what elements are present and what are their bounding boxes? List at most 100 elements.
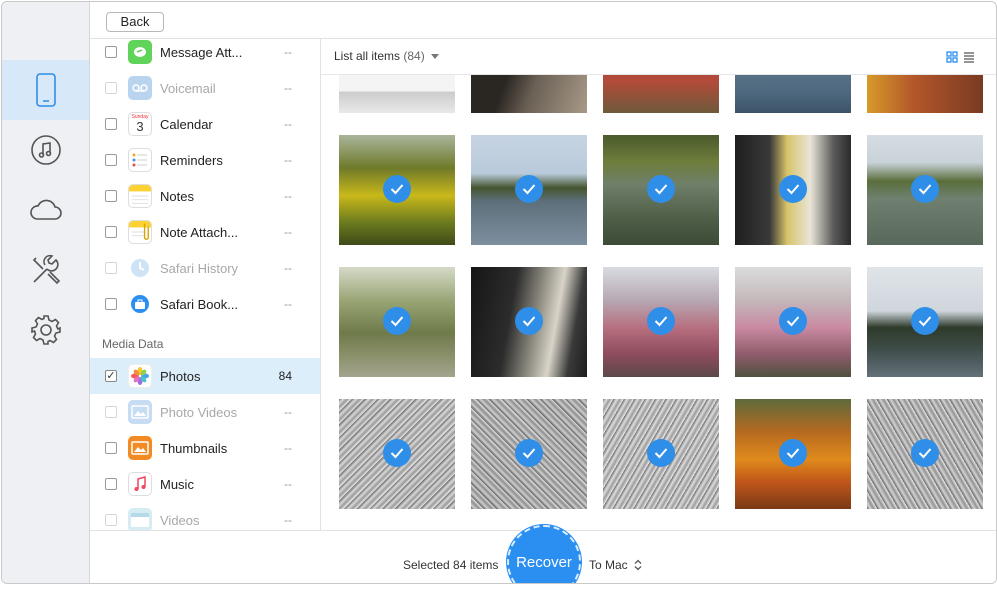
photo-thumbnail[interactable] [471, 75, 587, 113]
category-label: Thumbnails [160, 440, 228, 456]
category-item-message-attachments[interactable]: Message Att... -- [90, 39, 320, 70]
tools-icon [32, 254, 60, 285]
photo-thumbnail[interactable] [867, 399, 983, 509]
rail-device-tab[interactable] [2, 60, 89, 120]
category-checkbox[interactable] [105, 226, 117, 238]
list-view-icon[interactable] [963, 51, 975, 63]
category-checkbox [105, 82, 117, 94]
selected-check-icon[interactable] [647, 175, 675, 203]
category-item-calendar[interactable]: Sunday 3 Calendar -- [90, 106, 320, 142]
photo-thumbnail[interactable] [867, 135, 983, 245]
left-rail [2, 2, 90, 583]
photo-thumbnail[interactable] [867, 267, 983, 377]
photo-thumbnail[interactable] [339, 267, 455, 377]
category-label: Music [160, 476, 194, 492]
category-count: -- [284, 261, 292, 275]
music-note-icon [128, 472, 152, 496]
photo-thumbnail[interactable] [735, 75, 851, 113]
selected-check-icon[interactable] [515, 175, 543, 203]
selected-check-icon[interactable] [647, 307, 675, 335]
recover-button[interactable]: Recover [507, 525, 581, 583]
rail-icloud-tab[interactable] [2, 180, 89, 240]
notes-icon [128, 184, 152, 208]
up-down-chevron-icon[interactable] [634, 559, 642, 571]
rail-settings-tab[interactable] [2, 300, 89, 360]
selected-check-icon[interactable] [515, 439, 543, 467]
selected-check-icon[interactable] [911, 175, 939, 203]
voicemail-icon [128, 76, 152, 100]
category-checkbox[interactable] [105, 190, 117, 202]
category-item-thumbnails[interactable]: Thumbnails -- [90, 430, 320, 466]
category-count: -- [284, 477, 292, 491]
photo-videos-icon [128, 400, 152, 424]
category-checkbox[interactable]: ✓ [105, 370, 117, 382]
selected-check-icon[interactable] [383, 307, 411, 335]
category-item-photo-videos: Photo Videos -- [90, 394, 320, 430]
photo-thumbnail[interactable] [339, 75, 455, 113]
photo-thumbnail[interactable] [471, 267, 587, 377]
category-item-reminders[interactable]: Reminders -- [90, 142, 320, 178]
chevron-down-icon[interactable] [431, 54, 439, 59]
category-checkbox [105, 262, 117, 274]
selected-check-icon[interactable] [383, 439, 411, 467]
back-button[interactable]: Back [106, 12, 164, 32]
category-checkbox[interactable] [105, 46, 117, 58]
selected-check-icon[interactable] [911, 307, 939, 335]
photo-thumbnail[interactable] [603, 135, 719, 245]
category-item-voicemail: Voicemail -- [90, 70, 320, 106]
selected-check-icon[interactable] [779, 175, 807, 203]
photo-grid [321, 75, 996, 530]
thumbnails-icon [128, 436, 152, 460]
grid-view-icon[interactable] [946, 51, 958, 63]
rail-music-tab[interactable] [2, 120, 89, 180]
music-icon [30, 135, 61, 165]
photo-thumbnail[interactable] [603, 75, 719, 113]
category-label: Videos [160, 512, 200, 528]
category-item-note-attachments[interactable]: Note Attach... -- [90, 214, 320, 250]
category-item-photos[interactable]: ✓ Photos 84 [90, 358, 320, 394]
phone-icon [35, 73, 56, 107]
photo-thumbnail[interactable] [735, 135, 851, 245]
category-checkbox [105, 514, 117, 526]
photo-thumbnail[interactable] [339, 399, 455, 509]
destination-selector[interactable]: To Mac [589, 558, 628, 572]
category-checkbox[interactable] [105, 154, 117, 166]
category-checkbox[interactable] [105, 442, 117, 454]
photo-thumbnail[interactable] [603, 399, 719, 509]
videos-icon [128, 508, 152, 530]
photo-thumbnail[interactable] [471, 399, 587, 509]
category-checkbox[interactable] [105, 118, 117, 130]
photo-thumbnail[interactable] [471, 135, 587, 245]
category-label: Reminders [160, 152, 223, 168]
photo-thumbnail[interactable] [735, 267, 851, 377]
category-item-safari-history: Safari History -- [90, 250, 320, 286]
rail-tools-tab[interactable] [2, 240, 89, 300]
list-all-dropdown[interactable]: List all items (84) [334, 49, 425, 63]
category-label: Safari History [160, 260, 239, 276]
photo-thumbnail[interactable] [867, 75, 983, 113]
photo-thumbnail[interactable] [339, 135, 455, 245]
app-window: Back Message Att... -- Voicemail -- Sund… [1, 1, 997, 584]
media-data-section-label: Media Data [102, 337, 164, 351]
top-bar: Back [90, 2, 996, 39]
photo-thumbnail[interactable] [603, 267, 719, 377]
category-item-safari-bookmarks[interactable]: Safari Book... -- [90, 286, 320, 322]
selected-check-icon[interactable] [647, 439, 675, 467]
list-all-label: List all items [334, 49, 401, 63]
category-item-videos: Videos -- [90, 502, 320, 530]
category-item-music[interactable]: Music -- [90, 466, 320, 502]
category-checkbox[interactable] [105, 478, 117, 490]
category-label: Photo Videos [160, 404, 238, 420]
category-count: -- [284, 117, 292, 131]
category-checkbox[interactable] [105, 298, 117, 310]
selected-check-icon[interactable] [911, 439, 939, 467]
selected-check-icon[interactable] [515, 307, 543, 335]
selected-check-icon[interactable] [779, 439, 807, 467]
category-label: Message Att... [160, 44, 243, 60]
photo-thumbnail[interactable] [735, 399, 851, 509]
selected-check-icon[interactable] [383, 175, 411, 203]
category-label: Notes [160, 188, 194, 204]
selected-check-icon[interactable] [779, 307, 807, 335]
category-count: -- [284, 153, 292, 167]
category-item-notes[interactable]: Notes -- [90, 178, 320, 214]
